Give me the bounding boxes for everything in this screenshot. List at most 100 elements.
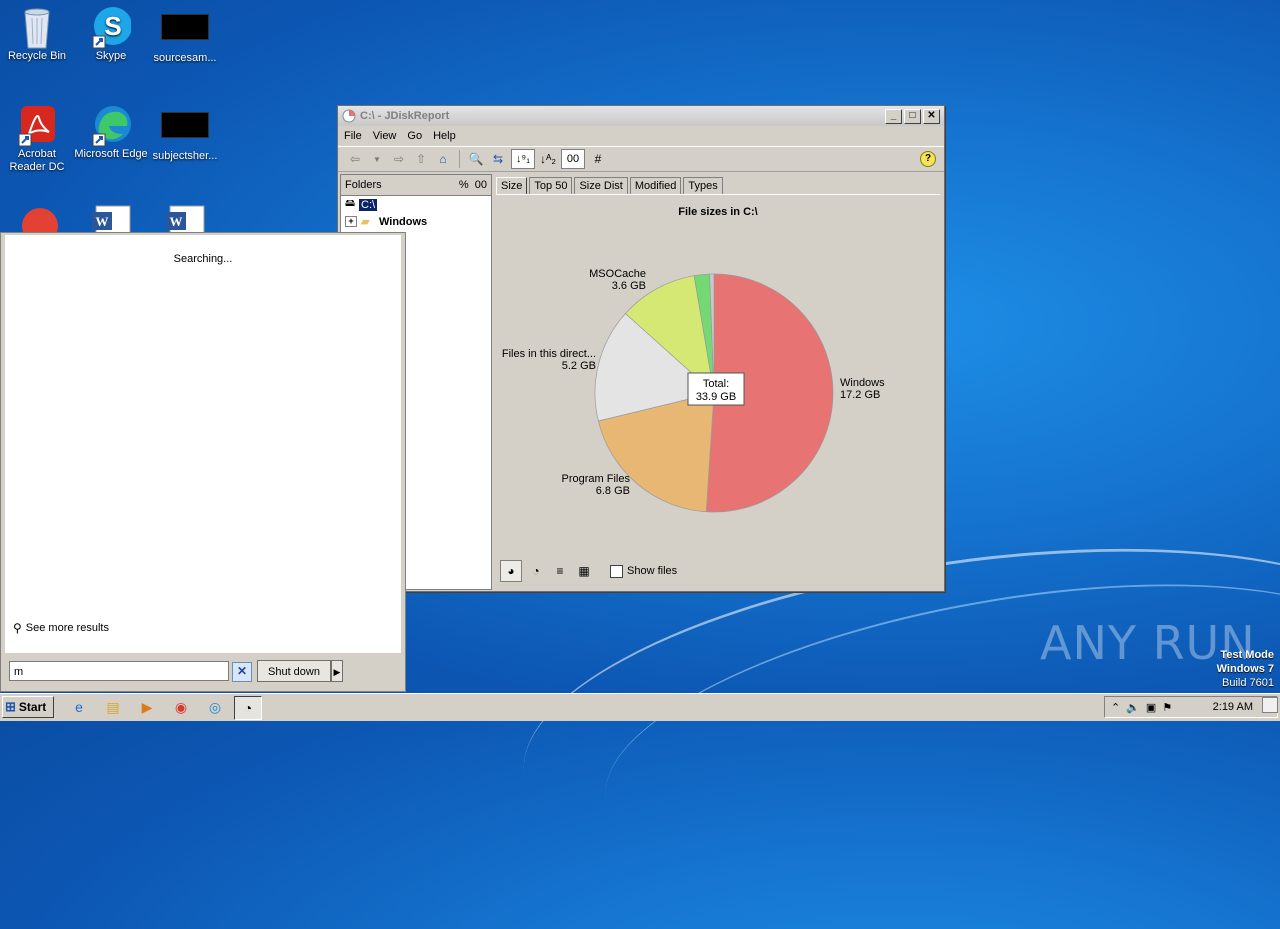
ie-icon[interactable]: e [66,696,92,718]
slice-label: MSOCache [589,268,646,280]
menu-go[interactable]: Go [407,130,422,142]
test-mode-line3: Build 7601 [1222,677,1274,689]
total-label: Total: [703,378,729,390]
jdiskreport-taskbar-icon[interactable]: ◔ [234,696,262,720]
show-files-label: Show files [627,565,678,577]
clock[interactable]: 2:19 AM [1213,701,1253,713]
ring-view-icon[interactable]: ◔ [526,561,546,581]
tab-types[interactable]: Types [683,177,723,194]
desktop-icon-label: Skype [95,50,127,62]
slice-label: Files in this direct... [502,348,596,360]
up-arrow-icon[interactable]: ⇧ [412,150,430,168]
pie-chart-area: File sizes in C:\ Windows 17.2 GB Program … [496,196,940,554]
pie-chart[interactable]: Windows17.2 GB Program Files6.8 GB Files i… [496,196,940,554]
start-label: Start [18,700,47,714]
desktop-icon-recycle-bin[interactable]: Recycle Bin [0,6,74,63]
menu-view[interactable]: View [373,130,397,142]
col-toggle[interactable]: 00 [475,179,487,191]
svg-text:W: W [96,214,109,229]
desktop-icon-skype[interactable]: S Skype [74,6,148,63]
flag-icon[interactable]: ⚑ [1162,701,1172,714]
tab-strip: Size Top 50 Size Dist Modified Types [496,174,940,195]
chrome-like-icon[interactable] [20,204,60,232]
test-mode-line1: Test Mode [1220,649,1274,661]
see-more-results-link[interactable]: ⚲ See more results [13,621,109,635]
table-view-icon[interactable]: ▦ [574,561,594,581]
desktop-icon-acrobat[interactable]: Acrobat Reader DC [0,104,74,174]
minimize-button[interactable]: _ [885,109,902,124]
close-button[interactable]: ✕ [923,109,940,124]
word-doc-icon[interactable]: W [164,204,208,232]
shutdown-options-arrow-icon[interactable]: ▶ [331,660,343,682]
desktop-icon-label: Microsoft Edge [74,148,148,160]
refresh-icon[interactable]: ⇆ [489,150,507,168]
magnifier-icon: ⚲ [13,621,22,635]
jdiskreport-window[interactable]: C:\ - JDiskReport _ □ ✕ File View Go Hel… [337,105,945,592]
maximize-button[interactable]: □ [904,109,921,124]
help-icon[interactable]: ? [920,151,936,167]
slice-value: 3.6 GB [612,280,646,292]
edge-taskbar-icon[interactable]: ◎ [202,696,228,718]
sort-descending-icon[interactable]: ↓⁹₁ [511,149,535,169]
slice-value: 6.8 GB [596,485,630,497]
tree-item-root[interactable]: 🖴 C:\ [341,196,491,213]
start-menu: Searching... ⚲ See more results m ✕ Shut… [0,232,406,692]
column-view-toggle[interactable]: 00 [561,149,585,169]
desktop-icon-edge[interactable]: Microsoft Edge [74,104,148,161]
desktop-icon-subjectsher[interactable]: subjectsher... [148,104,222,163]
shutdown-button[interactable]: Shut down [257,660,331,682]
toolbar-separator [459,150,460,168]
total-value: 33.9 GB [696,391,736,403]
media-player-icon[interactable]: ▶ [134,696,160,718]
toolbar: ⇦ ▼ ⇨ ⇧ ⌂ 🔍 ⇆ ↓⁹₁ ↓ᴬ₂ 00 # ? [338,146,944,172]
edge-icon [91,104,131,147]
forward-arrow-icon[interactable]: ⇨ [390,150,408,168]
desktop-icon-sourcesam[interactable]: sourcesam... [148,6,222,65]
tab-size[interactable]: Size [496,177,528,194]
word-doc-icon[interactable]: W [90,204,134,232]
back-arrow-icon[interactable]: ⇦ [346,150,364,168]
tab-size-dist[interactable]: Size Dist [574,177,628,194]
back-dropdown-icon[interactable]: ▼ [368,150,386,168]
tab-top50[interactable]: Top 50 [529,177,573,194]
report-panel: Size Top 50 Size Dist Modified Types Fil… [496,174,940,588]
window-title: C:\ - JDiskReport [360,110,450,122]
test-mode-line2: Windows 7 [1216,663,1274,675]
network-icon[interactable]: ▣ [1146,701,1156,714]
file-thumbnail-icon [161,14,209,40]
slice-label: Program Files [562,473,631,485]
folder-icon: ▰ [361,216,370,228]
pie-view-icon[interactable]: ◕ [500,560,522,582]
sort-ascending-icon[interactable]: ↓ᴬ₂ [539,150,557,168]
skype-icon: S [91,6,132,49]
start-search-input[interactable]: m [9,661,229,681]
desktop-icon-label: Recycle Bin [7,50,67,62]
menu-file[interactable]: File [344,130,362,142]
show-desktop-button[interactable] [1262,697,1278,713]
start-button[interactable]: ⊞ Start [2,696,54,718]
show-files-checkbox[interactable] [610,564,623,578]
tree-label: Windows [379,215,428,228]
tab-modified[interactable]: Modified [629,177,682,194]
explorer-icon[interactable]: ▤ [100,696,126,718]
recycle-bin-icon [17,6,57,49]
acrobat-icon [17,104,57,147]
home-icon[interactable]: ⌂ [434,150,452,168]
search-icon[interactable]: 🔍 [467,150,485,168]
clear-search-icon[interactable]: ✕ [232,662,252,682]
search-results-pane: Searching... ⚲ See more results [5,235,401,653]
taskbar: ⊞ Start e ▤ ▶ ◉ ◎ ◔ ⌃ 🔈 ▣ ⚑ 2:19 AM [0,693,1280,721]
desktop-icon-label: subjectsher... [152,150,218,162]
tree-item-windows[interactable]: + ▰ Windows [341,213,491,230]
volume-icon[interactable]: 🔈 [1126,701,1140,714]
bar-view-icon[interactable]: ≡ [550,561,570,581]
menu-help[interactable]: Help [433,130,456,142]
tray-expand-icon[interactable]: ⌃ [1111,701,1120,714]
drive-icon: 🖴 [345,198,356,209]
expand-icon[interactable]: + [345,216,357,227]
hash-toggle[interactable]: # [589,150,607,168]
folders-title: Folders [345,179,382,191]
title-bar[interactable]: C:\ - JDiskReport _ □ ✕ [338,106,944,126]
chrome-icon[interactable]: ◉ [168,696,194,718]
percent-toggle[interactable]: % [459,179,469,191]
